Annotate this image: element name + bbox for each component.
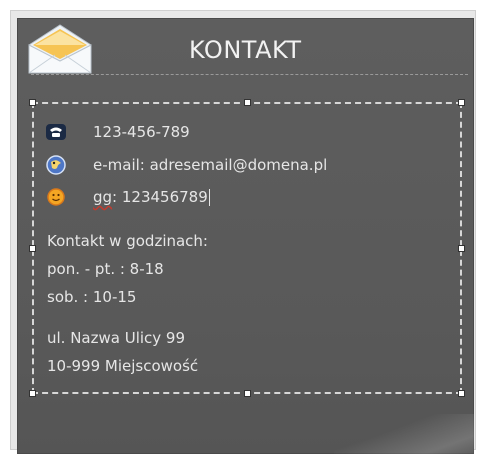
gadu-gadu-icon — [47, 188, 65, 206]
resize-handle-bottom-left[interactable] — [29, 390, 36, 397]
hours-heading: Kontakt w godzinach: — [47, 232, 208, 250]
gg-label: gg — [93, 188, 113, 206]
address-street: ul. Nazwa Ulicy 99 — [47, 329, 186, 347]
resize-handle-top-left[interactable] — [29, 99, 36, 106]
email-icon — [46, 155, 66, 175]
email-row: e-mail: adresemail@domena.pl — [45, 154, 327, 176]
phone-icon — [46, 124, 66, 140]
hours-saturday: sob. : 10-15 — [47, 288, 137, 306]
resize-handle-bottom-right[interactable] — [458, 390, 465, 397]
panel-shine — [334, 414, 474, 454]
gg-row: gg: 123456789 — [45, 186, 210, 208]
resize-handle-middle-right[interactable] — [458, 245, 465, 252]
contact-widget: KONTAKT 123-456-789 e-mail: adresemail@d… — [17, 18, 474, 454]
hours-weekdays: pon. - pt. : 8-18 — [47, 260, 164, 278]
phone-row: 123-456-789 — [45, 121, 190, 143]
text-caret — [208, 189, 210, 206]
resize-handle-middle-left[interactable] — [29, 245, 36, 252]
widget-title: KONTAKT — [189, 36, 302, 64]
resize-handle-top-center[interactable] — [244, 99, 251, 106]
widget-header: KONTAKT — [17, 18, 474, 76]
address-city: 10-999 Miejscowość — [47, 357, 199, 375]
envelope-icon — [28, 24, 92, 74]
gg-number: : 123456789 — [112, 188, 208, 206]
gg-text[interactable]: gg: 123456789 — [93, 188, 210, 206]
header-divider — [31, 74, 468, 75]
resize-handle-top-right[interactable] — [458, 99, 465, 106]
resize-handle-bottom-center[interactable] — [244, 390, 251, 397]
